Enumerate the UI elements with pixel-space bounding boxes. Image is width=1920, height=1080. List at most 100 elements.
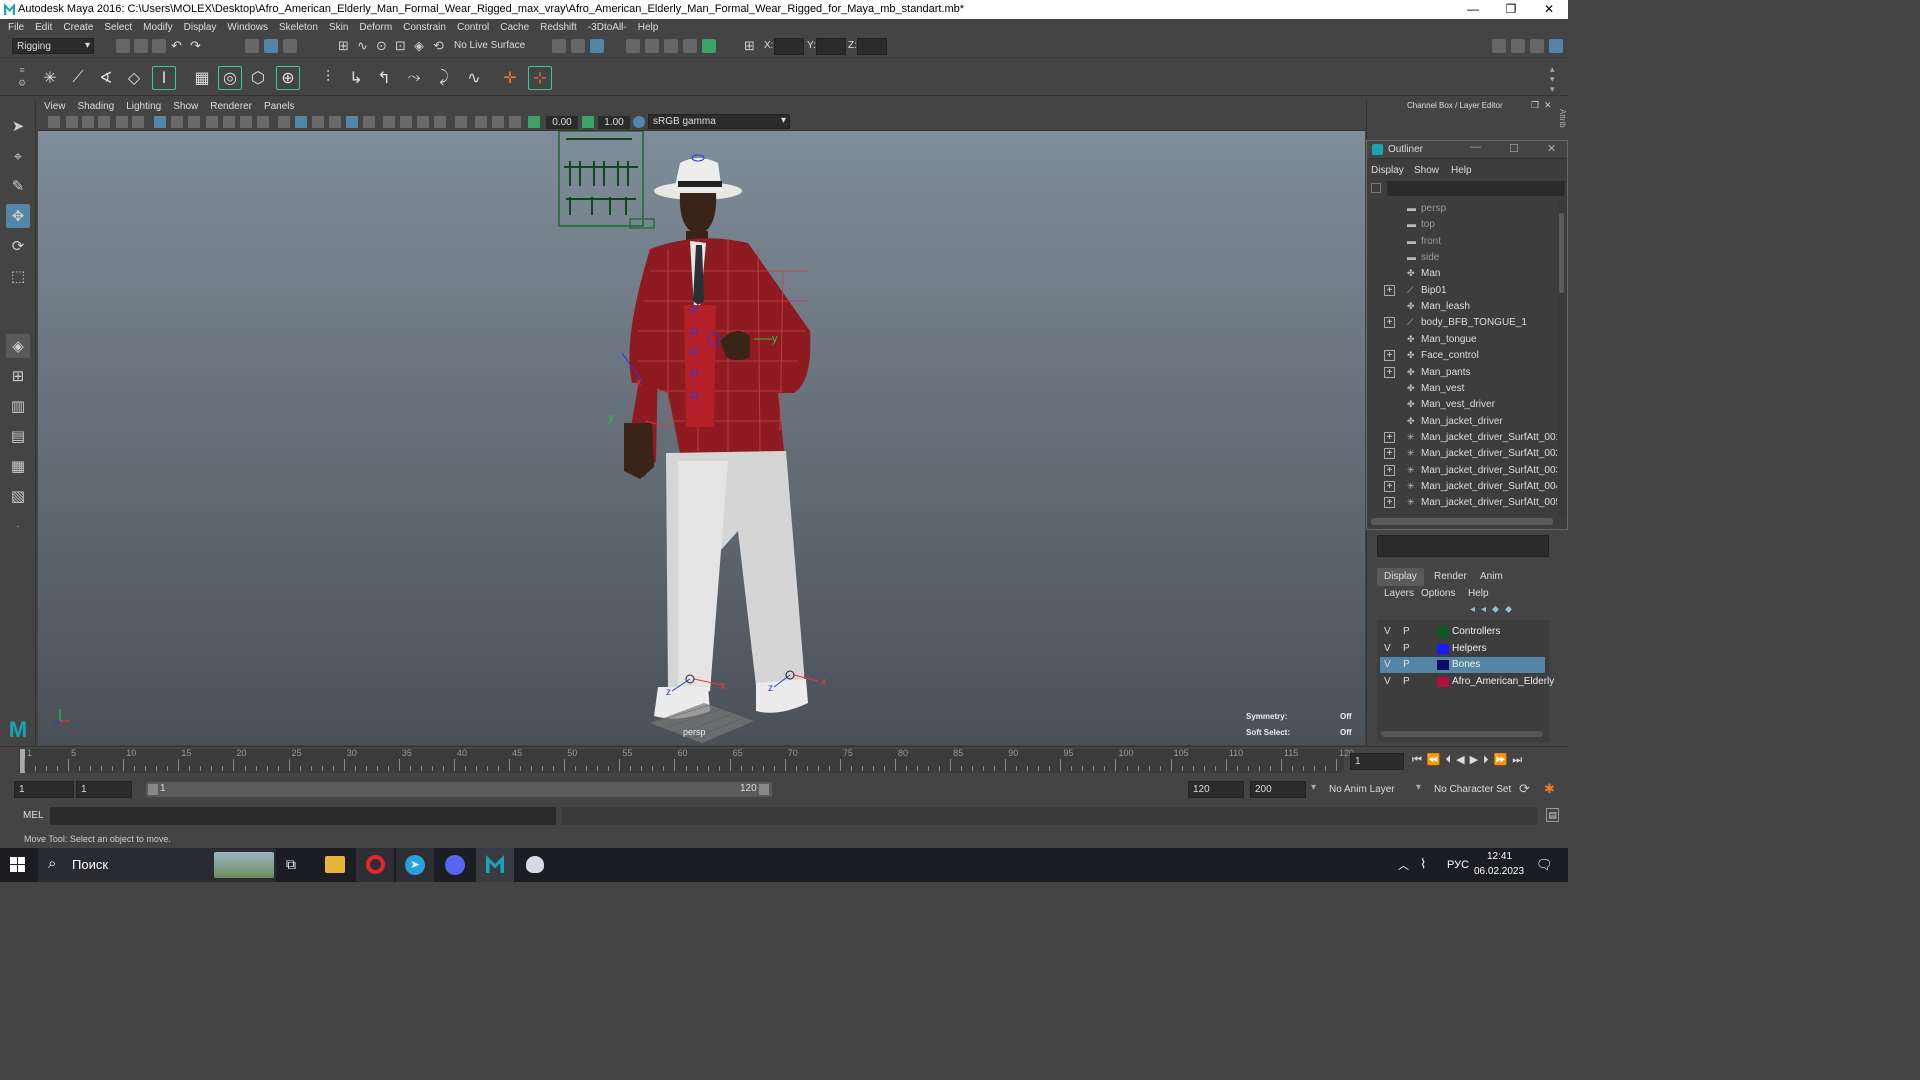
expand-icon[interactable]: + [1384, 497, 1395, 509]
layer-row-bones[interactable]: V P Bones [1380, 657, 1545, 673]
menu-modify[interactable]: Modify [143, 22, 172, 33]
go-to-end-icon[interactable]: ⏭ [1512, 754, 1527, 766]
transform-mode-icon[interactable]: ⊞ [744, 38, 755, 54]
task-view-icon[interactable]: ⧉ [286, 856, 296, 873]
play-back-icon[interactable]: ◀ [1456, 754, 1469, 766]
step-back-frame-icon[interactable]: ⏴ [1446, 754, 1457, 766]
mel-label[interactable]: MEL [23, 810, 44, 821]
outliner-item[interactable]: ✤ Man [1369, 266, 1557, 282]
panel-menu-show[interactable]: Show [173, 101, 198, 112]
layer-row-helpers[interactable]: V P Helpers [1380, 641, 1545, 657]
character-set-label[interactable]: No Character Set [1434, 784, 1511, 795]
hypershade-icon[interactable] [683, 39, 697, 53]
expand-icon[interactable]: + [1384, 284, 1395, 296]
tab-anim[interactable]: Anim [1473, 568, 1510, 586]
move-tool-icon[interactable]: ✥ [6, 204, 30, 228]
menu-skin[interactable]: Skin [329, 22, 348, 33]
outliner-menu-help[interactable]: Help [1451, 165, 1472, 176]
opera-taskbar-button[interactable] [356, 848, 394, 882]
safe-action-icon[interactable] [240, 116, 252, 128]
select-camera-icon[interactable] [48, 116, 60, 128]
parent-constraint-icon[interactable]: ⤳ [402, 66, 426, 90]
two-d-pan-icon[interactable] [116, 116, 128, 128]
snap-point-icon[interactable]: ⊙ [376, 38, 387, 54]
panel-menu-renderer[interactable]: Renderer [210, 101, 252, 112]
select-object-icon[interactable] [264, 39, 278, 53]
playback-start-field[interactable]: 1 [76, 781, 132, 798]
persp-hypershade-icon[interactable]: ▧ [6, 484, 30, 508]
outliner-item[interactable]: ▬ side [1369, 250, 1557, 266]
film-gate-icon[interactable] [171, 116, 183, 128]
layer-menu-help[interactable]: Help [1468, 588, 1489, 599]
anim-layer-label[interactable]: No Anim Layer [1329, 784, 1395, 795]
menu-display[interactable]: Display [184, 22, 217, 33]
constraint-tool-icon[interactable]: ⊹ [528, 66, 552, 90]
outliner-item[interactable]: ✤ Man_vest [1369, 381, 1557, 397]
outliner-minimize-icon[interactable]: — [1470, 141, 1481, 153]
outliner-item[interactable]: ▬ top [1369, 217, 1557, 233]
layer-name[interactable]: Bones [1452, 659, 1480, 670]
exposure-field[interactable]: 0.00 [546, 116, 578, 129]
paint-weights-icon[interactable]: ▦ [190, 66, 214, 90]
outliner-filter-icon[interactable] [1371, 183, 1381, 193]
layer-playback-toggle[interactable]: P [1403, 643, 1410, 654]
menu-select[interactable]: Select [104, 22, 132, 33]
outliner-search-field[interactable] [1387, 181, 1565, 196]
gamma-field[interactable]: 1.00 [598, 116, 630, 129]
camera-attributes-icon[interactable] [66, 116, 78, 128]
point-constraint-icon[interactable]: ⫶ [316, 66, 340, 90]
wireframe-icon[interactable] [278, 116, 290, 128]
shadows-icon[interactable] [383, 116, 395, 128]
open-scene-icon[interactable] [134, 39, 148, 53]
animation-start-field[interactable]: 1 [14, 781, 74, 798]
resolution-gate-icon[interactable] [188, 116, 200, 128]
scale-tool-icon[interactable]: ⬚ [6, 264, 30, 288]
bind-skin-icon[interactable]: Ⅰ [152, 66, 176, 90]
menu-redshift[interactable]: Redshift [540, 22, 577, 33]
menu-constrain[interactable]: Constrain [403, 22, 446, 33]
xray-active-icon[interactable] [509, 116, 521, 128]
discord-taskbar-button[interactable] [436, 848, 474, 882]
menu-control[interactable]: Control [457, 22, 489, 33]
clock-date[interactable]: 06.02.2023 [1474, 866, 1524, 877]
current-frame-field[interactable]: 1 [1350, 753, 1404, 770]
maya-taskbar-button[interactable] [476, 848, 514, 882]
step-forward-key-icon[interactable]: ⏩ [1494, 754, 1513, 766]
undo-icon[interactable]: ↶ [171, 38, 182, 54]
layer-name[interactable]: Controllers [1452, 626, 1500, 637]
menu-edit[interactable]: Edit [35, 22, 52, 33]
maya-home-icon[interactable]: M [4, 718, 32, 742]
depth-of-field-icon[interactable] [455, 116, 467, 128]
layer-visibility-toggle[interactable]: V [1384, 676, 1391, 687]
expand-icon[interactable]: + [1384, 464, 1395, 476]
layer-color-swatch[interactable] [1437, 644, 1449, 654]
wrap-icon[interactable]: ⊕ [276, 66, 300, 90]
layer-menu-options[interactable]: Options [1421, 588, 1455, 599]
side-by-side-icon[interactable]: ▥ [6, 394, 30, 418]
range-slider[interactable]: 1 120 [146, 782, 772, 797]
chevron-up-icon[interactable]: ︿ [1398, 857, 1409, 873]
outliner-item[interactable]: + ✳ Man_jacket_driver_SurfAtt_004 [1369, 479, 1557, 495]
persp-viewport[interactable]: y y x x x z z persp Symmetry: Off Soft S… [38, 131, 1365, 745]
field-chart-icon[interactable] [223, 116, 235, 128]
screen-space-ao-icon[interactable] [400, 116, 412, 128]
layer-color-swatch[interactable] [1437, 677, 1449, 687]
layer-playback-toggle[interactable]: P [1403, 676, 1410, 687]
gate-mask-icon[interactable] [206, 116, 218, 128]
x-field[interactable] [774, 38, 804, 55]
outliner-item[interactable]: + ⟋ body_BFB_TONGUE_1 [1369, 315, 1557, 331]
expand-icon[interactable]: + [1384, 480, 1395, 492]
ipr-render-icon[interactable] [645, 39, 659, 53]
modeling-toolkit-icon[interactable] [1492, 39, 1506, 53]
image-plane-icon[interactable] [98, 116, 110, 128]
snap-grid-icon[interactable]: ⊞ [338, 38, 349, 54]
snap-surface-icon[interactable]: ◈ [414, 38, 424, 54]
shelf-scroll-icon[interactable]: ▴ ▾ ▾ [1550, 64, 1555, 94]
layer-color-swatch[interactable] [1437, 627, 1449, 637]
layer-name[interactable]: Afro_American_Elderly [1452, 676, 1554, 687]
character-model[interactable] [624, 158, 811, 743]
layer-visibility-toggle[interactable]: V [1384, 626, 1391, 637]
smooth-shade-icon[interactable] [295, 116, 307, 128]
chevron-down-icon[interactable]: ▾ [1311, 782, 1316, 793]
panel-menu-panels[interactable]: Panels [264, 101, 295, 112]
